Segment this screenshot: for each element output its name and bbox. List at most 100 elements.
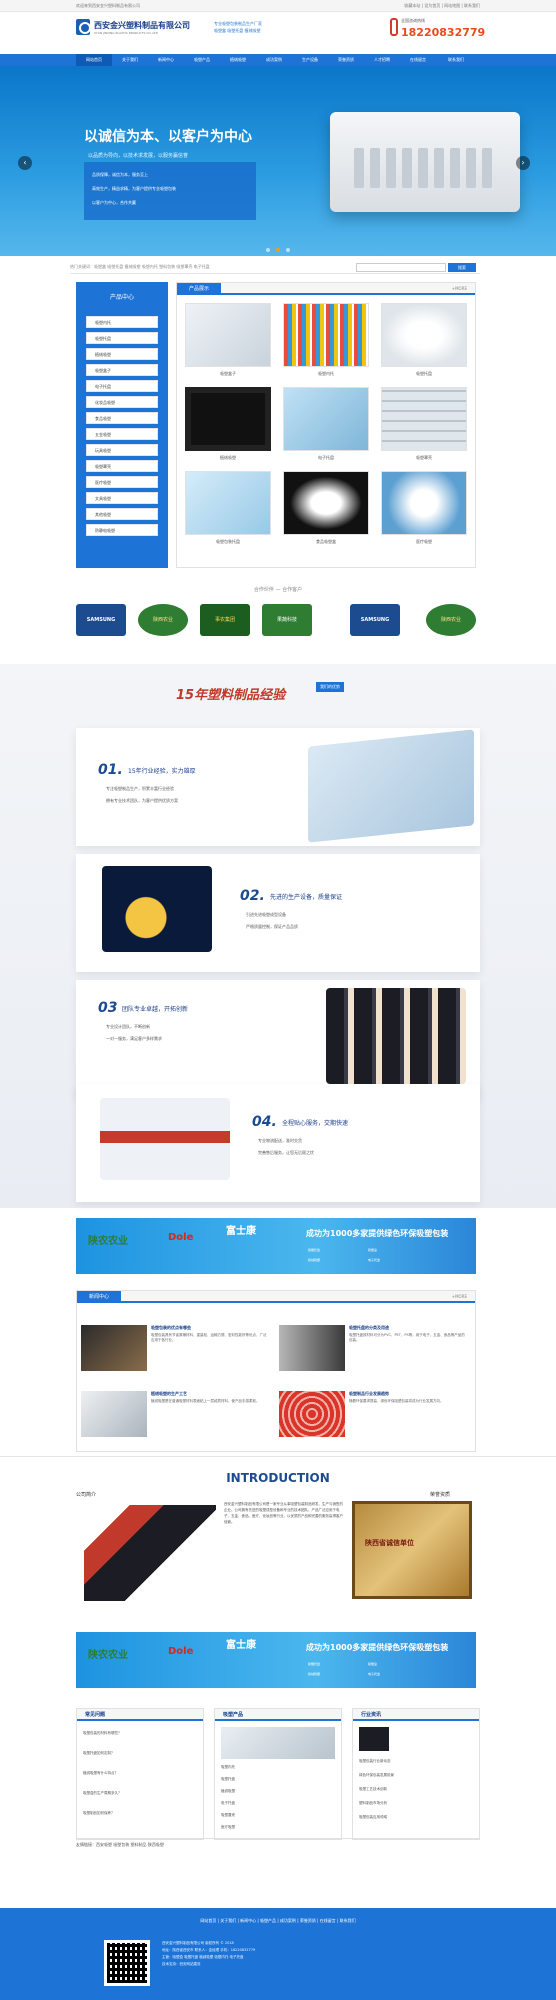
nav-flocking[interactable]: 植绒吸塑: [220, 54, 256, 66]
friend-links[interactable]: 友情链接：西安吸塑 吸塑包装 塑料制品 陕西吸塑: [76, 1838, 480, 1850]
products-panel-image[interactable]: [221, 1727, 335, 1759]
category-item[interactable]: 化妆品吸塑: [86, 396, 158, 408]
products-panel-item[interactable]: 植绒吸塑: [221, 1789, 235, 1794]
products-panel-item[interactable]: 吸塑托盘: [221, 1777, 235, 1782]
banner-dot[interactable]: [266, 248, 270, 252]
product-card[interactable]: 吸塑罩壳: [381, 387, 467, 467]
product-card[interactable]: 吸塑包装托盘: [185, 471, 271, 551]
category-item[interactable]: 吸塑托盘: [86, 332, 158, 344]
product-caption[interactable]: 吸塑托盘: [381, 371, 467, 377]
company-name[interactable]: 西安金兴塑料制品有限公司: [94, 20, 190, 31]
product-card[interactable]: 电子托盘: [283, 387, 369, 467]
product-image[interactable]: [185, 471, 271, 535]
category-item[interactable]: 吸塑盒子: [86, 364, 158, 376]
category-item[interactable]: 吸塑罩壳: [86, 460, 158, 472]
hot-keywords[interactable]: 热门关键词：吸塑盒 吸塑托盘 植绒吸塑 吸塑内托 塑料包装 吸塑罩壳 电子托盘: [70, 264, 210, 270]
promo-banner[interactable]: 陕农农业 Dole 富士康 成功为1000多家提供绿色环保吸塑包装 吸塑托盘 吸…: [76, 1632, 476, 1688]
industry-panel-item[interactable]: 绿色环保包装发展前景: [359, 1773, 394, 1778]
nav-jobs[interactable]: 人才招聘: [364, 54, 400, 66]
hero-banner[interactable]: 以诚信为本、以客户为中心 以品质为导向，以技术求发展，以服务赢信誉 品质保障，诚…: [0, 66, 556, 256]
partner-logo[interactable]: SAMSUNG: [76, 604, 126, 648]
nav-home[interactable]: 网站首页: [76, 54, 112, 66]
faq-item[interactable]: 吸塑包装的材料有哪些？: [83, 1731, 122, 1736]
product-caption[interactable]: 植绒吸塑: [185, 455, 271, 461]
product-caption[interactable]: 医疗吸塑: [381, 539, 467, 545]
product-image[interactable]: [185, 303, 271, 367]
category-item[interactable]: 吸塑内托: [86, 316, 158, 328]
products-panel-item[interactable]: 电子托盘: [221, 1801, 235, 1806]
partner-logo-image[interactable]: 果蔬科技: [262, 604, 312, 636]
partner-logo-image[interactable]: SAMSUNG: [76, 604, 126, 636]
products-panel-item[interactable]: 吸塑罩壳: [221, 1813, 235, 1818]
company-logo-icon[interactable]: [76, 19, 91, 35]
category-item[interactable]: 防静电吸塑: [86, 524, 158, 536]
partner-logo-image[interactable]: 陕西农业: [138, 604, 188, 636]
industry-panel-item[interactable]: 吸塑包装行业新动态: [359, 1759, 391, 1764]
product-image[interactable]: [283, 471, 369, 535]
category-item[interactable]: 植绒吸塑: [86, 348, 158, 360]
industry-panel-item[interactable]: 吸塑包装应用领域: [359, 1815, 387, 1820]
product-card[interactable]: 医疗吸塑: [381, 471, 467, 551]
footer-nav[interactable]: 网站首页 | 关于我们 | 新闻中心 | 吸塑产品 | 成功案例 | 荣誉资质 …: [0, 1918, 556, 1924]
product-caption[interactable]: 吸塑盒子: [185, 371, 271, 377]
category-item[interactable]: 食品吸塑: [86, 412, 158, 424]
partner-logo[interactable]: 陕西农业: [138, 604, 188, 648]
news-item-title[interactable]: 吸塑托盘的分类及用途: [349, 1325, 389, 1331]
product-image[interactable]: [381, 471, 467, 535]
faq-item[interactable]: 植绒吸塑有什么特点？: [83, 1771, 118, 1776]
partner-logo-image[interactable]: 事农集团: [200, 604, 250, 636]
product-caption[interactable]: 吸塑罩壳: [381, 455, 467, 461]
category-item[interactable]: 电子托盘: [86, 380, 158, 392]
honor-certificate[interactable]: 陕西省诚信单位: [352, 1501, 472, 1599]
industry-panel-item[interactable]: 塑料制品市场分析: [359, 1801, 387, 1806]
nav-honors[interactable]: 荣誉资质: [328, 54, 364, 66]
news-item-title[interactable]: 植绒吸塑的生产工艺: [151, 1391, 187, 1397]
news-item-title[interactable]: 吸塑制品行业发展趋势: [349, 1391, 389, 1397]
category-item[interactable]: 五金吸塑: [86, 428, 158, 440]
nav-message[interactable]: 在线留言: [400, 54, 436, 66]
nav-news[interactable]: 新闻中心: [148, 54, 184, 66]
nav-cases[interactable]: 成功案例: [256, 54, 292, 66]
product-caption[interactable]: 吸塑包装托盘: [185, 539, 271, 545]
search-button[interactable]: 搜索: [448, 263, 476, 272]
banner-next-icon[interactable]: ›: [516, 156, 530, 170]
faq-item[interactable]: 吸塑制品如何保养？: [83, 1811, 115, 1816]
product-image[interactable]: [381, 387, 467, 451]
product-card[interactable]: 食品吸塑盒: [283, 471, 369, 551]
partner-logo[interactable]: 陕西农业: [426, 604, 476, 648]
promo-banner[interactable]: 陕农农业 Dole 富士康 成功为1000多家提供绿色环保吸塑包装 吸塑托盘 吸…: [76, 1218, 476, 1274]
product-more-link[interactable]: +MORE: [452, 286, 467, 291]
product-caption[interactable]: 食品吸塑盒: [283, 539, 369, 545]
news-item[interactable]: 植绒吸塑的生产工艺 植绒吸塑是在普通吸塑材料表面粘上一层绒质材料，使产品手感柔软…: [77, 1387, 273, 1453]
search-input[interactable]: [356, 263, 446, 272]
product-image[interactable]: [283, 303, 369, 367]
news-item[interactable]: 吸塑托盘的分类及用途 吸塑托盘按材料可分为PVC、PET、PS等，用于电子、五金…: [275, 1321, 471, 1387]
product-card[interactable]: 吸塑内托: [283, 303, 369, 383]
industry-panel-image[interactable]: [359, 1727, 389, 1751]
category-item[interactable]: 医疗吸塑: [86, 476, 158, 488]
news-image[interactable]: [279, 1391, 345, 1437]
news-image[interactable]: [81, 1391, 147, 1437]
partner-logo-image[interactable]: SAMSUNG: [350, 604, 400, 636]
news-image[interactable]: [279, 1325, 345, 1371]
nav-equipment[interactable]: 生产设备: [292, 54, 328, 66]
products-panel-item[interactable]: 吸塑内托: [221, 1765, 235, 1770]
product-card[interactable]: 植绒吸塑: [185, 387, 271, 467]
news-item[interactable]: 吸塑包装的优点有哪些 吸塑包装具有节省原辅材料、重量轻、运输方便、密封性能好等优…: [77, 1321, 273, 1387]
nav-products[interactable]: 吸塑产品: [184, 54, 220, 66]
partner-logo-image[interactable]: 陕西农业: [426, 604, 476, 636]
products-panel-item[interactable]: 医疗吸塑: [221, 1825, 235, 1830]
product-image[interactable]: [185, 387, 271, 451]
news-item-title[interactable]: 吸塑包装的优点有哪些: [151, 1325, 191, 1331]
category-item[interactable]: 其他吸塑: [86, 508, 158, 520]
top-links[interactable]: 收藏本站 | 设为首页 | 网站地图 | 联系我们: [404, 3, 480, 9]
partner-logo[interactable]: 果蔬科技: [262, 604, 312, 648]
banner-dot-active[interactable]: [276, 248, 280, 252]
partner-logo[interactable]: 事农集团: [200, 604, 250, 648]
partner-logo[interactable]: SAMSUNG: [350, 604, 400, 648]
faq-item[interactable]: 吸塑盒的生产周期多久？: [83, 1791, 122, 1796]
banner-dot[interactable]: [286, 248, 290, 252]
nav-contact[interactable]: 联系我们: [436, 54, 476, 66]
product-image[interactable]: [381, 303, 467, 367]
product-card[interactable]: 吸塑托盘: [381, 303, 467, 383]
